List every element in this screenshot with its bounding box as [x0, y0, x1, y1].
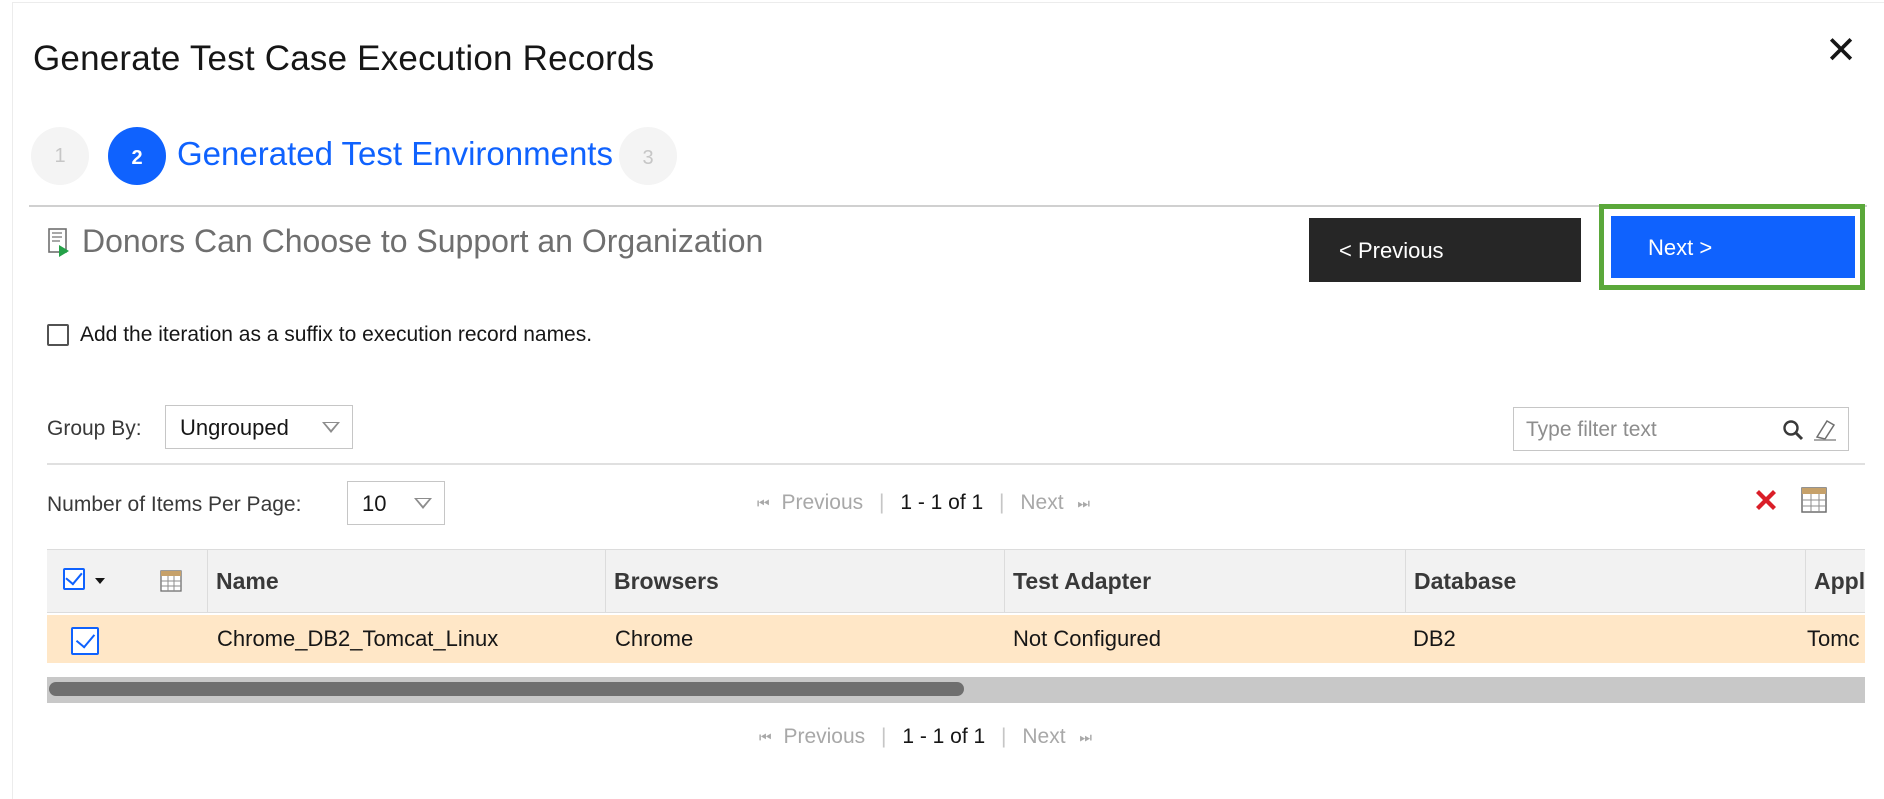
last-page-icon: ⏭ — [1079, 728, 1092, 745]
items-per-page-value: 10 — [362, 491, 387, 516]
pager-separator: | — [879, 491, 885, 515]
step-1-indicator[interactable]: 1 — [31, 127, 89, 185]
first-page-icon: ⏮ — [757, 494, 770, 511]
column-header-name[interactable]: Name — [207, 550, 639, 612]
toolbar-separator — [47, 463, 1865, 465]
search-icon[interactable] — [1780, 417, 1806, 443]
eraser-icon[interactable] — [1812, 417, 1838, 443]
pager-separator: | — [881, 725, 887, 749]
column-header-database[interactable]: Database — [1405, 550, 1805, 612]
cell-name: Chrome_DB2_Tomcat_Linux — [217, 626, 499, 651]
table-row[interactable]: Chrome_DB2_Tomcat_Linux Chrome Not Confi… — [47, 615, 1865, 663]
items-per-page-select[interactable]: 10 — [347, 481, 445, 525]
column-chooser-icon[interactable] — [1799, 485, 1829, 515]
items-per-page-label: Number of Items Per Page: — [47, 493, 302, 516]
scrollbar-thumb[interactable] — [49, 682, 964, 696]
previous-button[interactable]: < Previous — [1309, 218, 1581, 282]
chevron-down-icon — [322, 422, 340, 433]
next-button[interactable]: Next > — [1611, 216, 1855, 278]
group-by-label: Group By: — [47, 417, 142, 440]
first-page-icon: ⏮ — [759, 728, 772, 745]
pager-separator: | — [1001, 725, 1007, 749]
pager-bottom: ⏮ Previous | 1 - 1 of 1 | Next ⏭ — [759, 725, 1092, 749]
column-header-application[interactable]: Appli — [1805, 550, 1865, 612]
iteration-suffix-label: Add the iteration as a suffix to executi… — [80, 323, 593, 346]
test-plan-icon — [48, 228, 69, 257]
dialog-title: Generate Test Case Execution Records — [33, 39, 655, 78]
cell-database: DB2 — [1413, 626, 1456, 651]
table-header: Name Browsers Test Adapter Database Appl… — [47, 549, 1865, 613]
group-by-value: Ungrouped — [180, 415, 289, 440]
pager-top: ⏮ Previous | 1 - 1 of 1 | Next ⏭ — [757, 491, 1090, 515]
cell-test-adapter: Not Configured — [1013, 626, 1161, 651]
filter-box — [1513, 407, 1849, 451]
test-plan-title: Donors Can Choose to Support an Organiza… — [82, 223, 764, 259]
column-header-browsers[interactable]: Browsers — [605, 550, 1003, 612]
pager-next-link[interactable]: Next — [1022, 725, 1065, 749]
pager-previous-link[interactable]: Previous — [783, 725, 865, 749]
cell-browsers: Chrome — [615, 626, 694, 651]
column-options-icon[interactable] — [159, 568, 185, 594]
pager-separator: | — [999, 491, 1005, 515]
row-checkbox[interactable] — [71, 627, 99, 655]
last-page-icon: ⏭ — [1077, 494, 1090, 511]
generate-records-dialog: Generate Test Case Execution Records ✕ 1… — [12, 2, 1884, 799]
pager-next-link[interactable]: Next — [1020, 491, 1063, 515]
cell-application: Tomc — [1807, 626, 1860, 651]
filter-input[interactable] — [1524, 414, 1758, 446]
close-icon[interactable]: ✕ — [1821, 31, 1861, 71]
step-3-indicator[interactable]: 3 — [619, 127, 677, 185]
chevron-down-icon — [414, 498, 432, 509]
group-by-select[interactable]: Ungrouped — [165, 405, 353, 449]
step-2-indicator: 2 — [108, 127, 166, 185]
pager-previous-link[interactable]: Previous — [781, 491, 863, 515]
column-header-test-adapter[interactable]: Test Adapter — [1004, 550, 1404, 612]
iteration-suffix-checkbox[interactable] — [47, 324, 69, 346]
wizard-divider — [29, 205, 1867, 207]
delete-icon[interactable] — [1751, 485, 1781, 515]
pager-range: 1 - 1 of 1 — [900, 491, 984, 515]
select-menu-chevron-icon[interactable] — [95, 578, 105, 584]
step-2-label: Generated Test Environments — [177, 135, 613, 172]
pager-range: 1 - 1 of 1 — [902, 725, 986, 749]
select-all-checkbox[interactable] — [63, 567, 85, 590]
